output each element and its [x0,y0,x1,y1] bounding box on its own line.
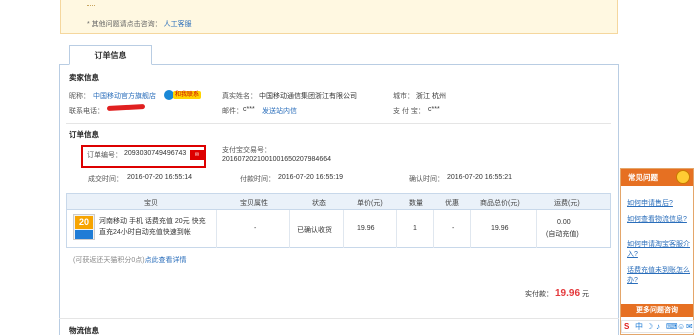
alipay-tx-value: 2016072021001001650207984664 [222,156,332,163]
divider [59,318,619,319]
keyboard-icon[interactable]: ⌨ [666,322,678,332]
col-discount: 优惠 [445,200,459,207]
table-row: 20 河南移动 手机 话费充值 20元 快充 直充24小时自动充值快速到帐 - … [66,210,611,248]
alipay-label: 支 付 宝： [393,108,425,115]
product-title-line2[interactable]: 直充24小时自动充值快速到帐 [99,227,191,237]
email-value: c*** [243,106,255,113]
col-attr: 宝贝属性 [240,200,268,207]
ime-logo-icon[interactable]: S [624,322,629,332]
thumb-amount: 20 [75,216,93,229]
faq-link-after-sales[interactable]: 如何申请售后? [627,199,691,209]
ime-toolbar: S 中 ☽ ♪ ⌨ ☺ ✉ [621,320,694,333]
created-value: 2016-07-20 16:55:14 [127,174,192,181]
col-price: 单价(元) [357,200,383,207]
col-separator [396,210,397,248]
tab-order-info[interactable]: 订单信息 [69,45,152,65]
email-label: 邮件： [222,108,243,115]
order-no-highlight [81,145,206,168]
paid-amount: 19.96 [555,288,581,299]
item-price: 19.96 [357,225,375,232]
notice-other-text: * 其他问题请点击咨询： 人工客服 [87,21,192,28]
notice-box: * 其他问题请点击咨询： 人工客服 [60,0,618,34]
item-status: 已确认收货 [297,227,332,234]
product-title-line1[interactable]: 河南移动 手机 话费充值 20元 快充 [99,216,206,226]
points-detail-link[interactable]: 点此查看详情 [145,257,187,264]
logistics-section-title: 物流信息 [69,326,99,335]
faq-header: 常见问题 [621,169,693,186]
order-section-title: 订单信息 [69,130,99,139]
seller-nickname-label: 昵称： [69,93,90,100]
phone-label: 联系电话： [69,108,104,115]
ime-chinese-icon[interactable]: 中 [635,322,643,332]
confirm-value: 2016-07-20 16:55:21 [447,174,512,181]
faq-widget: 常见问题 如何申请售后? 如何查看物流信息? 如何申请淘宝客服介入? 话费充值未… [620,168,694,335]
col-qty: 数量 [409,200,423,207]
realname-label: 真实姓名： [222,93,257,100]
faq-link-dispute[interactable]: 如何申请淘宝客服介入? [627,240,691,260]
items-table-header: 宝贝 宝贝属性 状态 单价(元) 数量 优惠 商品总价(元) 运费(元) [66,193,611,210]
col-shipping: 运费(元) [554,200,580,207]
created-label: 成交时间： [88,176,123,183]
paid-time-label: 付款时间： [240,176,275,183]
voice-icon[interactable]: ♪ [656,322,660,332]
shipping-note: (自动充值) [546,231,579,238]
seller-nickname-link[interactable]: 中国移动官方旗舰店 [93,91,156,101]
send-message-link[interactable]: 发送站内信 [262,106,297,116]
faq-link-logistics[interactable]: 如何查看物流信息? [627,215,691,225]
realname-value: 中国移动通信集团浙江有限公司 [259,93,357,100]
points-note: (可获返还天猫积分0点)点此查看详情 [73,257,187,264]
city-label: 城市： [393,93,414,100]
product-thumbnail[interactable]: 20 [73,214,95,240]
col-separator [289,210,290,248]
emoji-icon[interactable]: ☺ [677,322,685,332]
moon-icon[interactable]: ☽ [646,322,653,332]
paid-unit: 元 [582,291,590,298]
mail-icon[interactable]: ✉ [686,322,693,332]
col-separator [470,210,471,248]
item-total: 19.96 [491,225,509,232]
paid-time-value: 2016-07-20 16:55:19 [278,174,343,181]
notice-divider [87,5,95,6]
col-status: 状态 [312,200,326,207]
item-discount: - [452,225,455,232]
col-separator [216,210,217,248]
alipay-value: c*** [428,106,440,113]
divider [66,123,611,124]
alipay-tx-label: 支付宝交易号： [222,147,271,154]
col-item: 宝贝 [144,200,158,207]
paid-label: 实付款： [525,291,553,298]
thumb-banner [75,230,93,239]
mascot-icon [676,170,690,184]
shipping-value: 0.00 [557,219,571,226]
paid-amount-row: 实付款： 19.96 元 [525,288,589,299]
city-value: 浙江 杭州 [416,93,446,100]
more-questions-button[interactable]: 更多问题咨询 [621,304,693,317]
customer-service-icon[interactable]: ✉ [190,150,204,160]
confirm-label: 确认时间： [409,176,444,183]
contact-seller-button[interactable]: 和我联系 [164,90,204,100]
col-separator [536,210,537,248]
faq-link-recharge[interactable]: 话费充值未到账怎么办? [627,266,691,286]
col-separator [343,210,344,248]
col-separator [433,210,434,248]
item-qty: 1 [413,225,417,232]
seller-section-title: 卖家信息 [69,73,99,82]
item-attr: - [254,225,257,232]
contact-badge-label: 和我联系 [173,91,202,99]
human-service-link[interactable]: 人工客服 [164,21,192,28]
col-total: 商品总价(元) [480,200,520,207]
